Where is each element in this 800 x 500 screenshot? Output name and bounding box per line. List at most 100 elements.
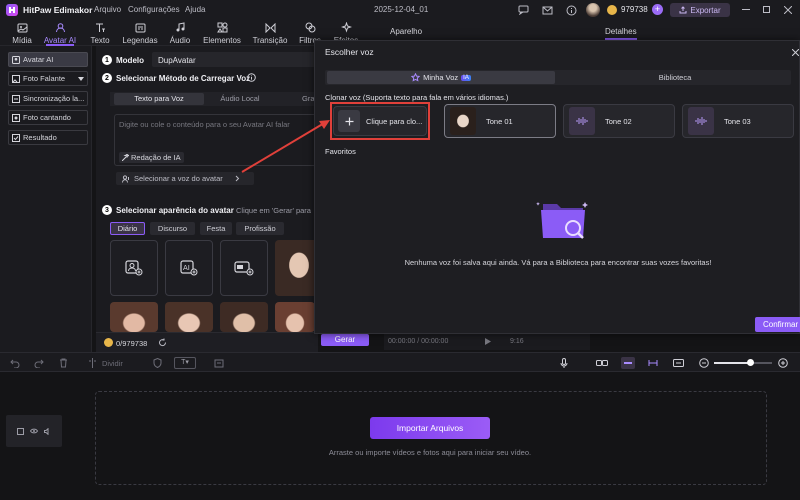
tab-minha-voz[interactable]: Minha Voz IA	[327, 71, 555, 84]
eye-icon[interactable]	[30, 428, 38, 434]
tab-legendas[interactable]: Legendas	[120, 22, 160, 45]
ai-photo-tile[interactable]: AI	[165, 240, 213, 296]
menu-configuracoes[interactable]: Configurações	[128, 5, 180, 14]
crop-icon[interactable]	[214, 358, 224, 368]
text-icon	[80, 22, 120, 33]
shield-icon[interactable]	[152, 358, 162, 368]
model-value: DupAvatar	[158, 56, 196, 65]
sidebar-item-label: Avatar AI	[23, 55, 54, 64]
confirm-button[interactable]: Confirmar	[755, 317, 800, 332]
tab-audio[interactable]: Áudio	[160, 22, 200, 45]
tab-elementos[interactable]: Elementos	[202, 22, 242, 45]
delete-icon[interactable]	[58, 358, 68, 368]
voice-tone-01[interactable]: Tone 01	[444, 104, 556, 138]
sidebar-item-label: Foto Falante	[23, 74, 66, 83]
microphone-icon[interactable]	[559, 358, 569, 368]
split-label[interactable]: Dividir	[102, 359, 123, 368]
export-button[interactable]: Exportar	[670, 3, 730, 17]
model-select[interactable]: DupAvatar	[152, 52, 318, 67]
tab-audio-local[interactable]: Áudio Local	[210, 93, 270, 105]
panel-detalhes-tab[interactable]: Detalhes	[605, 27, 637, 40]
tab-texto-para-voz[interactable]: Texto para Voz	[114, 93, 204, 105]
sidebar-item-resultado[interactable]: Resultado	[8, 130, 88, 145]
tab-label: Texto para Voz	[134, 94, 184, 103]
user-avatar[interactable]	[586, 3, 600, 17]
style-diario[interactable]: Diário	[110, 222, 145, 235]
track-media-icon[interactable]	[17, 427, 24, 435]
video-avatar-tile[interactable]	[220, 240, 268, 296]
sidebar-item-avatar-ai[interactable]: Avatar AI	[8, 52, 88, 67]
play-icon[interactable]	[484, 337, 492, 346]
tab-midia[interactable]: Mídia	[2, 22, 42, 45]
avatar-thumb-5[interactable]	[275, 302, 315, 332]
minimize-button[interactable]	[742, 9, 750, 10]
step-2-badge: 2	[102, 73, 112, 83]
avatar-icon	[12, 55, 20, 64]
zoom-out-icon[interactable]	[699, 358, 709, 368]
ai-write-button[interactable]: Redação de IA	[119, 152, 184, 163]
aspect-ratio[interactable]: 9:16	[510, 338, 524, 345]
menu-arquivo[interactable]: Arquivo	[94, 5, 121, 14]
step-1-badge: 1	[102, 55, 112, 65]
tab-texto[interactable]: Texto	[80, 22, 120, 45]
sidebar-item-foto-falante[interactable]: Foto Falante	[8, 71, 88, 86]
export-label: Exportar	[690, 5, 721, 15]
chip-label: Discurso	[157, 224, 188, 233]
avatar-thumb-4[interactable]	[220, 302, 268, 332]
info-icon[interactable]	[247, 73, 256, 82]
undo-icon[interactable]	[10, 358, 20, 368]
redo-icon[interactable]	[34, 358, 44, 368]
voice-tone-02[interactable]: Tone 02	[563, 104, 675, 138]
style-discurso[interactable]: Discurso	[150, 222, 195, 235]
chat-icon[interactable]	[517, 4, 529, 16]
step-3-hint: Clique em 'Gerar' para	[236, 206, 311, 215]
mail-icon[interactable]	[541, 4, 553, 16]
import-files-button[interactable]: Importar Arquivos	[370, 417, 490, 439]
tab-biblioteca[interactable]: Biblioteca	[561, 71, 789, 84]
style-festa[interactable]: Festa	[200, 222, 232, 235]
audio-icon	[160, 22, 200, 33]
lipsync-icon	[12, 94, 20, 103]
video-avatar-icon	[234, 261, 254, 276]
menu-ajuda[interactable]: Ajuda	[185, 5, 205, 14]
sidebar-item-sincronizacao[interactable]: Sincronização la...	[8, 91, 88, 106]
generate-label: Gerar	[334, 335, 356, 344]
maximize-button[interactable]	[763, 6, 770, 13]
voice-tone-03[interactable]: Tone 03	[682, 104, 794, 138]
upload-photo-tile[interactable]	[110, 240, 158, 296]
zoom-slider-thumb[interactable]	[747, 359, 754, 366]
info-icon[interactable]	[565, 4, 577, 16]
chip-label: Profissão	[244, 224, 276, 233]
step-3-label: Selecionar aparência do avatar	[116, 206, 234, 215]
snap-icon[interactable]	[646, 357, 660, 369]
voice-method-tabs: Texto para Voz Áudio Local Gra	[110, 92, 318, 106]
zoom-slider[interactable]	[714, 359, 772, 366]
refresh-icon[interactable]	[158, 338, 167, 347]
import-files-label: Importar Arquivos	[396, 423, 464, 433]
avatar-thumb-3[interactable]	[165, 302, 213, 332]
close-window-icon[interactable]	[783, 5, 792, 14]
avatar-thumb-2[interactable]	[110, 302, 158, 332]
avatar-icon	[40, 22, 80, 33]
link-icon[interactable]	[596, 358, 608, 368]
tone-01-label: Tone 01	[486, 116, 513, 126]
magnet-icon[interactable]	[621, 357, 635, 369]
tab-transicao[interactable]: Transição	[250, 22, 290, 45]
panel-aparelho-tab[interactable]: Aparelho	[390, 27, 422, 36]
tab-avatar-ai[interactable]: Avatar AI	[40, 22, 80, 46]
text-tool-dropdown[interactable]: T▾	[174, 357, 196, 369]
fit-icon[interactable]	[672, 358, 684, 368]
style-profissao[interactable]: Profissão	[236, 222, 284, 235]
player-time: 00:00:00 / 00:00:00	[388, 338, 449, 345]
sidebar-item-foto-cantando[interactable]: Foto cantando	[8, 110, 88, 125]
svg-text:AI: AI	[183, 264, 190, 272]
zoom-in-icon[interactable]	[778, 358, 788, 368]
close-dialog-icon[interactable]	[791, 48, 799, 56]
generate-button[interactable]: Gerar	[321, 334, 369, 346]
split-icon[interactable]	[87, 358, 97, 368]
add-credits-icon[interactable]: +	[652, 4, 663, 15]
voice-person-icon	[122, 174, 129, 183]
mute-icon[interactable]	[44, 427, 51, 435]
track-header	[6, 415, 62, 447]
choose-voice-dialog: Escolher voz Minha Voz IA Biblioteca Clo…	[314, 40, 800, 334]
